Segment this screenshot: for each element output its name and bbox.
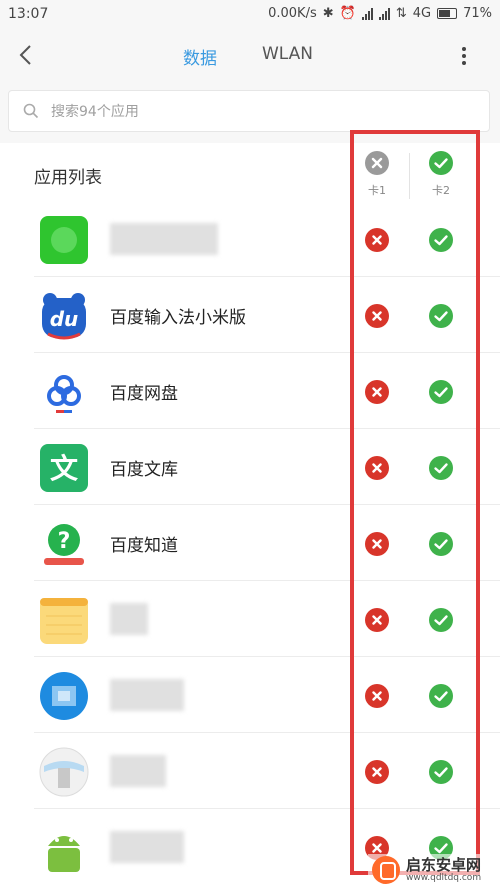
card1-toggle[interactable] (365, 228, 389, 252)
list-item: 文 百度文库 (0, 429, 500, 505)
check-icon (434, 539, 448, 550)
card1-toggle[interactable] (365, 684, 389, 708)
card2-toggle[interactable] (429, 760, 453, 784)
app-name: 百度文库 (110, 460, 178, 480)
close-icon (372, 767, 382, 777)
list-item (0, 733, 500, 809)
card2-toggle[interactable] (429, 304, 453, 328)
app-name: 百度知道 (110, 536, 178, 556)
app-name: 百度网盘 (110, 384, 178, 404)
watermark-title: 启东安卓网 (406, 856, 482, 874)
close-icon (372, 235, 382, 245)
svg-text:du: du (50, 307, 79, 331)
battery-level: 71% (463, 6, 492, 21)
close-icon (372, 387, 382, 397)
card1-toggle[interactable] (365, 456, 389, 480)
more-vertical-icon (456, 47, 472, 65)
close-icon (372, 539, 382, 549)
network-type: 4G (412, 6, 432, 21)
check-icon (434, 615, 448, 626)
list-item: du 百度输入法小米版 (0, 277, 500, 353)
close-icon (372, 691, 382, 701)
check-icon (434, 463, 448, 474)
signal-icon (361, 7, 373, 20)
check-icon (434, 387, 448, 398)
list-item: ? 百度知道 (0, 505, 500, 581)
card2-toggle[interactable] (429, 228, 453, 252)
card1-toggle[interactable] (365, 532, 389, 556)
app-name-blurred (110, 755, 166, 787)
green-app-icon (40, 216, 88, 264)
check-icon (434, 767, 448, 778)
signal-icon-2 (378, 7, 390, 20)
chevron-left-icon (19, 45, 31, 65)
card2-toggle[interactable] (429, 380, 453, 404)
check-icon (434, 691, 448, 702)
search-input[interactable] (49, 91, 473, 133)
app-list-panel: 应用列表 卡1 卡2 du 百度输入法小米版 百度网盘 文 百度文库 ? 百度知… (0, 143, 500, 890)
close-icon (372, 311, 382, 321)
app-name-blurred (110, 603, 148, 635)
watermark-logo-icon (372, 856, 400, 884)
card1-toggle[interactable] (365, 304, 389, 328)
battery-icon (437, 8, 458, 19)
app-name-blurred (110, 679, 184, 711)
card2-toggle[interactable] (429, 608, 453, 632)
check-icon (434, 311, 448, 322)
tab-wlan[interactable]: WLAN (262, 44, 313, 64)
app-name-blurred (110, 831, 184, 863)
tab-data[interactable]: 数据 (183, 44, 217, 69)
close-icon (372, 615, 382, 625)
search-bar[interactable] (8, 90, 490, 133)
network-speed: 0.00K/s (268, 6, 317, 21)
notes-app-icon (40, 598, 88, 644)
baidu-netdisk-icon (40, 368, 88, 416)
baidu-wenku-icon: 文 (40, 444, 88, 492)
list-item (0, 581, 500, 657)
card2-label: 卡2 (432, 184, 450, 197)
status-icons: 0.00K/s ✱ ⏰ ⇅ 4G 71% (268, 6, 492, 21)
baidu-zhidao-icon: ? (44, 524, 84, 565)
card1-toggle[interactable] (365, 380, 389, 404)
card2-toggle[interactable] (429, 456, 453, 480)
card2-toggle[interactable] (429, 684, 453, 708)
close-circle-icon (365, 151, 389, 175)
blue-app-icon (40, 672, 88, 720)
search-icon (23, 103, 39, 119)
watermark: 启东安卓网 www.qdltdq.com (368, 854, 496, 888)
list-title: 应用列表 (34, 168, 102, 188)
svg-text:文: 文 (50, 452, 78, 485)
header: 数据 WLAN (0, 30, 500, 82)
alarm-icon: ⏰ (339, 6, 356, 21)
card2-header[interactable]: 卡2 (421, 151, 461, 198)
list-item (0, 657, 500, 733)
card2-toggle[interactable] (429, 532, 453, 556)
back-button[interactable] (14, 42, 40, 68)
card1-label: 卡1 (368, 184, 386, 197)
app-name: 百度输入法小米版 (110, 308, 246, 328)
status-time: 13:07 (8, 6, 49, 22)
baidu-input-icon: du (42, 293, 86, 340)
close-icon (372, 463, 382, 473)
android-app-icon (48, 836, 80, 872)
more-button[interactable] (456, 44, 472, 68)
check-circle-icon (429, 151, 453, 175)
list-item (0, 201, 500, 277)
card1-toggle[interactable] (365, 760, 389, 784)
status-bar: 13:07 0.00K/s ✱ ⏰ ⇅ 4G 71% (0, 0, 500, 30)
list-item: 百度网盘 (0, 353, 500, 429)
card1-header[interactable]: 卡1 (357, 151, 397, 198)
watermark-url: www.qdltdq.com (406, 873, 482, 883)
column-divider (409, 153, 410, 199)
data-arrows-icon: ⇅ (395, 6, 407, 21)
white-app-icon (39, 747, 89, 797)
card1-toggle[interactable] (365, 608, 389, 632)
bluetooth-icon: ✱ (322, 6, 334, 21)
check-icon (434, 235, 448, 246)
app-name-blurred (110, 223, 218, 255)
svg-text:?: ? (58, 529, 71, 554)
